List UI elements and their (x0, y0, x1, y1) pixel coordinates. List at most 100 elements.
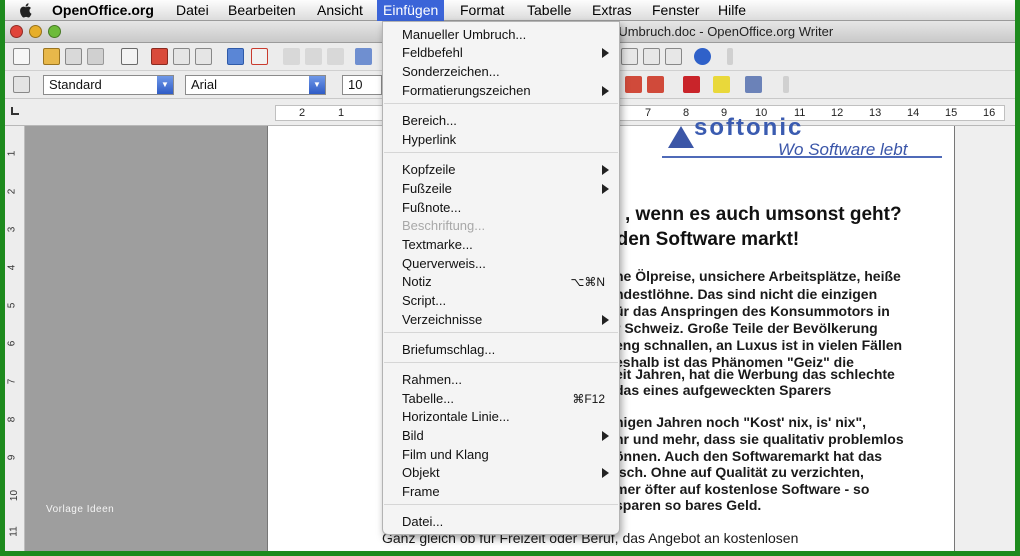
font-size-value: 10 (348, 77, 363, 92)
help-icon[interactable] (694, 48, 711, 65)
vertical-ruler[interactable]: 1 2 3 4 5 6 7 8 9 10 11 (5, 126, 25, 551)
auto-spellcheck-icon[interactable] (251, 48, 268, 65)
vruler-number: 3 (6, 226, 18, 233)
indent-increase-icon[interactable] (625, 76, 642, 93)
zoom-window-button[interactable] (48, 25, 61, 38)
doc-text-line: eng schnallen, an Luxus ist in vielen Fä… (615, 337, 903, 353)
spellcheck-icon[interactable] (227, 48, 244, 65)
menu-app[interactable]: OpenOffice.org (52, 2, 154, 18)
tab-stop-icon[interactable] (11, 107, 19, 115)
menu-item-manueller-umbruch[interactable]: Manueller Umbruch... (383, 26, 619, 44)
logo-mark-icon (668, 126, 694, 148)
menu-item-label: Fußzeile (402, 181, 452, 196)
menu-item-label: Fußnote... (402, 200, 462, 215)
doc-text-line: r Schweiz. Große Teile der Bevölkerung (615, 320, 878, 336)
menu-item-briefumschlag[interactable]: Briefumschlag... (383, 341, 619, 359)
menu-separator (384, 504, 618, 505)
chevron-down-icon[interactable]: ▼ (157, 76, 173, 94)
menu-item-label: Kopfzeile (402, 162, 456, 177)
menu-item-tabelle[interactable]: Tabelle... ⌘F12 (383, 390, 619, 408)
apple-icon[interactable] (19, 2, 33, 18)
menu-item-feldbefehl[interactable]: Feldbefehl (383, 44, 619, 62)
cut-icon[interactable] (283, 48, 300, 65)
minimize-window-button[interactable] (29, 25, 42, 38)
mail-icon[interactable] (87, 48, 104, 65)
menu-item-label: Hyperlink (402, 132, 457, 147)
menu-item-objekt[interactable]: Objekt (383, 464, 619, 482)
doc-text-line: hr und mehr, dass sie qualitativ problem… (615, 431, 904, 447)
font-name-combo[interactable]: Arial ▼ (185, 75, 326, 95)
print-preview-icon[interactable] (195, 48, 212, 65)
submenu-arrow-icon (602, 48, 609, 58)
menu-item-beschriftung[interactable]: Beschriftung... (383, 217, 619, 235)
menu-hilfe[interactable]: Hilfe (718, 2, 746, 18)
menu-item-frame[interactable]: Frame (383, 483, 619, 501)
zoom-icon[interactable] (665, 48, 682, 65)
menu-item-label: Formatierungszeichen (402, 83, 531, 98)
window-title: im Umbruch.doc - OpenOffice.org Writer (601, 24, 834, 39)
vruler-number: 10 (9, 489, 21, 502)
doc-heading-line1: , wenn es auch umsonst geht? (625, 204, 902, 225)
highlight-icon[interactable] (713, 76, 730, 93)
menu-item-rahmen[interactable]: Rahmen... (383, 371, 619, 389)
menu-format[interactable]: Format (460, 2, 504, 18)
ruler-number: 1 (338, 107, 345, 119)
menu-shortcut: ⌘F12 (572, 392, 605, 406)
menu-item-bild[interactable]: Bild (383, 427, 619, 445)
export-pdf-icon[interactable] (151, 48, 168, 65)
doc-text-line: mer öfter auf kostenlose Software - so (615, 481, 870, 497)
vruler-number: 1 (6, 150, 18, 157)
menu-item-horizontale-linie[interactable]: Horizontale Linie... (383, 408, 619, 426)
menu-fenster[interactable]: Fenster (652, 2, 699, 18)
menu-ansicht[interactable]: Ansicht (317, 2, 363, 18)
menu-bearbeiten[interactable]: Bearbeiten (228, 2, 296, 18)
menu-item-verzeichnisse[interactable]: Verzeichnisse (383, 311, 619, 329)
menu-item-sonderzeichen[interactable]: Sonderzeichen... (383, 63, 619, 81)
menu-item-datei[interactable]: Datei... (383, 513, 619, 531)
copy-icon[interactable] (305, 48, 322, 65)
menu-datei[interactable]: Datei (176, 2, 209, 18)
logo-wordmark: softonic (694, 114, 804, 141)
font-color-icon[interactable] (683, 76, 700, 93)
menu-item-hyperlink[interactable]: Hyperlink (383, 131, 619, 149)
menu-item-fußnote[interactable]: Fußnote... (383, 199, 619, 217)
table-icon[interactable] (621, 48, 638, 65)
font-size-combo[interactable]: 10 (342, 75, 382, 95)
open-folder-icon[interactable] (43, 48, 60, 65)
submenu-arrow-icon (602, 86, 609, 96)
chevron-down-icon[interactable]: ▼ (309, 76, 325, 94)
new-document-icon[interactable] (13, 48, 30, 65)
print-icon[interactable] (173, 48, 190, 65)
close-window-button[interactable] (10, 25, 23, 38)
paste-icon[interactable] (327, 48, 344, 65)
toolbar-overflow-icon[interactable] (727, 48, 733, 65)
indent-decrease-icon[interactable] (647, 76, 664, 93)
menu-item-kopfzeile[interactable]: Kopfzeile (383, 161, 619, 179)
menu-tabelle[interactable]: Tabelle (527, 2, 571, 18)
menu-einfuegen[interactable]: Einfügen (377, 0, 445, 21)
menu-item-querverweis[interactable]: Querverweis... (383, 255, 619, 273)
menu-extras[interactable]: Extras (592, 2, 632, 18)
menu-separator (384, 362, 618, 363)
menu-item-film-und-klang[interactable]: Film und Klang (383, 446, 619, 464)
doc-text-line: eit Jahren, hat die Werbung das schlecht… (615, 366, 895, 382)
save-icon[interactable] (65, 48, 82, 65)
nonprinting-chars-icon[interactable] (643, 48, 660, 65)
menu-item-label: Rahmen... (402, 372, 462, 387)
paragraph-style-value: Standard (49, 77, 102, 92)
right-margin-area (955, 126, 1015, 551)
menu-item-textmarke[interactable]: Textmarke... (383, 236, 619, 254)
toolbar-overflow-icon[interactable] (783, 76, 789, 93)
menu-item-formatierungszeichen[interactable]: Formatierungszeichen (383, 82, 619, 100)
vruler-number: 4 (6, 264, 18, 271)
paragraph-style-combo[interactable]: Standard ▼ (43, 75, 174, 95)
menu-item-bereich[interactable]: Bereich... (383, 112, 619, 130)
format-paintbrush-icon[interactable] (355, 48, 372, 65)
menu-item-script[interactable]: Script... (383, 292, 619, 310)
menu-item-label: Frame (402, 484, 440, 499)
menu-item-fußzeile[interactable]: Fußzeile (383, 180, 619, 198)
styles-icon[interactable] (13, 76, 30, 93)
edit-file-icon[interactable] (121, 48, 138, 65)
background-color-icon[interactable] (745, 76, 762, 93)
menu-item-notiz[interactable]: Notiz ⌥⌘N (383, 273, 619, 291)
